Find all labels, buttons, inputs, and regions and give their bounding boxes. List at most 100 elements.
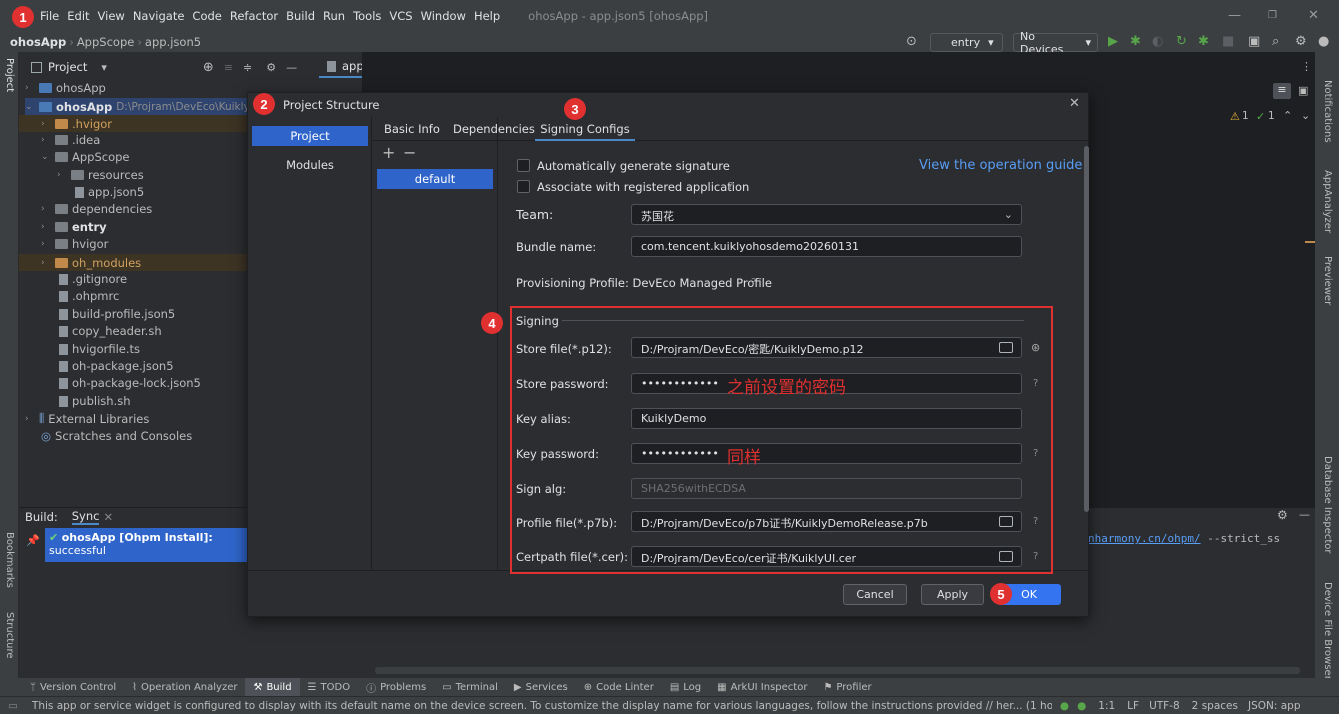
profile-icon[interactable]: ◐ — [1152, 34, 1163, 49]
tree-item[interactable]: › dependencies — [41, 202, 152, 216]
dialog-scrollbar[interactable] — [1084, 146, 1089, 512]
remove-icon[interactable]: − — [403, 143, 416, 162]
build-result-row[interactable]: ✔ ohosApp [Ohpm Install]: successful — [45, 528, 248, 562]
tab-sync[interactable]: Sync — [71, 509, 100, 525]
menu-edit[interactable]: Edit — [63, 9, 93, 23]
bookmarks-tool-button[interactable]: Bookmarks — [4, 532, 15, 588]
device-file-browser-tool-button[interactable]: Device File Browser — [1322, 582, 1333, 680]
help-icon[interactable]: ? — [728, 181, 733, 192]
team-select[interactable]: 苏国花 ⌄ — [631, 204, 1022, 225]
ohpm-link[interactable]: nharmony.cn/ohpm/ — [1088, 532, 1201, 545]
tree-item[interactable]: copy_header.sh — [59, 324, 162, 338]
appanalyzer-tool-button[interactable]: AppAnalyzer — [1322, 170, 1333, 233]
reload-icon[interactable]: ↻ — [1176, 34, 1187, 49]
run-icon[interactable]: ▶ — [1108, 34, 1118, 49]
menu-navigate[interactable]: Navigate — [129, 9, 189, 23]
add-icon[interactable]: + — [382, 143, 395, 162]
project-structure-icon[interactable]: ▣ — [1248, 34, 1260, 49]
tool-version-control[interactable]: ᛘ Version Control — [22, 682, 124, 693]
tool-profiler[interactable]: ⚑ Profiler — [815, 682, 879, 693]
tree-item[interactable]: › entry — [41, 220, 107, 234]
breadcrumb-project[interactable]: ohosApp — [0, 35, 69, 49]
json-schema[interactable]: JSON: app — [1248, 700, 1301, 712]
menu-view[interactable]: View — [94, 9, 129, 23]
hide-icon[interactable]: — — [1299, 508, 1310, 521]
check-icon[interactable]: ✓ — [1256, 110, 1265, 123]
tool-log[interactable]: ▤ Log — [662, 682, 709, 693]
gear-icon[interactable]: ⚙ — [1277, 508, 1288, 522]
tab-basic-info[interactable]: Basic Info — [384, 122, 440, 136]
chevron-down-icon[interactable]: ⌄ — [1301, 109, 1310, 122]
structure-tool-button[interactable]: Structure — [4, 612, 15, 659]
help-icon[interactable]: ? — [751, 277, 756, 288]
tree-item[interactable]: oh-package-lock.json5 — [59, 376, 201, 390]
tab-signing-configs[interactable]: Signing Configs — [535, 122, 635, 141]
tree-item[interactable]: .gitignore — [59, 272, 127, 286]
target-icon[interactable]: ⊙ — [906, 34, 917, 49]
tool-todo[interactable]: ☰ TODO — [300, 682, 359, 693]
tab-dependencies[interactable]: Dependencies — [453, 122, 535, 136]
search-icon[interactable]: ⌕ — [1272, 34, 1279, 49]
menu-code[interactable]: Code — [188, 9, 225, 23]
preview-icon[interactable]: ▣ — [1298, 84, 1308, 97]
menu-file[interactable]: File — [36, 9, 63, 23]
project-tool-button[interactable]: Project — [4, 58, 15, 92]
tool-build[interactable]: ⚒ Build — [245, 678, 300, 696]
file-encoding[interactable]: UTF-8 — [1149, 700, 1180, 712]
breadcrumb-file[interactable]: app.json5 — [142, 35, 204, 49]
menu-refactor[interactable]: Refactor — [226, 9, 282, 23]
bundle-name-field[interactable]: com.tencent.kuiklyohosdemo20260131 — [631, 236, 1022, 257]
line-separator[interactable]: LF — [1127, 700, 1139, 712]
tree-item[interactable]: publish.sh — [59, 394, 131, 408]
gear-icon[interactable]: ⚙ — [266, 61, 276, 74]
tree-item[interactable]: › resources — [57, 168, 144, 182]
tool-problems[interactable]: ⓘ Problems — [358, 680, 434, 695]
menu-build[interactable]: Build — [282, 9, 319, 23]
chevron-up-icon[interactable]: ⌃ — [1283, 109, 1292, 122]
collapse-all-icon[interactable]: ≡ — [224, 61, 233, 74]
pin-icon[interactable]: 📌 — [26, 534, 40, 547]
nav-modules[interactable]: Modules — [252, 155, 368, 175]
tree-item[interactable]: › .idea — [41, 133, 100, 147]
apply-changes-icon[interactable]: ✱ — [1198, 34, 1209, 49]
breadcrumb-appscope[interactable]: AppScope — [74, 35, 138, 49]
device-select[interactable]: No Devices ▾ — [1013, 30, 1098, 56]
cursor-position[interactable]: 1:1 — [1098, 700, 1115, 712]
apply-button[interactable]: Apply — [921, 584, 984, 605]
debug-icon[interactable]: ✱ — [1130, 34, 1141, 49]
tree-item[interactable]: .ohpmrc — [59, 289, 119, 303]
tree-item[interactable]: app.json5 — [75, 185, 144, 199]
tree-item[interactable]: ⌄ AppScope — [41, 150, 130, 164]
project-view-select[interactable]: Project — [48, 60, 87, 74]
nav-project[interactable]: Project — [252, 126, 368, 146]
cancel-button[interactable]: Cancel — [843, 584, 907, 605]
tree-item[interactable]: › ⫼ External Libraries — [25, 411, 149, 426]
tree-item[interactable]: build-profile.json5 — [59, 307, 175, 321]
menu-window[interactable]: Window — [417, 9, 470, 23]
auto-sign-checkbox[interactable] — [517, 159, 530, 172]
tool-arkui-inspector[interactable]: ▦ ArkUI Inspector — [709, 682, 815, 693]
tool-services[interactable]: ▶ Services — [506, 682, 576, 693]
tree-item[interactable]: › hvigor — [41, 237, 108, 251]
expand-all-icon[interactable]: ≑ — [243, 61, 252, 74]
account-icon[interactable]: ● — [1318, 34, 1329, 49]
gear-icon[interactable]: ⚙ — [1295, 34, 1307, 49]
close-window-icon[interactable]: ✕ — [1308, 8, 1319, 23]
menu-help[interactable]: Help — [470, 9, 504, 23]
restore-icon[interactable]: ❐ — [1268, 10, 1277, 21]
menu-vcs[interactable]: VCS — [385, 9, 416, 23]
tree-item[interactable]: › oh_modules — [19, 254, 247, 271]
run-config-select[interactable]: entry ▾ — [930, 33, 1003, 52]
config-item-default[interactable]: default — [377, 169, 493, 189]
layout-icon[interactable]: ▭ — [8, 700, 18, 712]
tool-operation-analyzer[interactable]: ⌇ Operation Analyzer — [124, 682, 245, 693]
warning-icon[interactable]: ⚠ — [1230, 110, 1240, 123]
tree-item[interactable]: ◎ Scratches and Consoles — [41, 429, 192, 443]
locate-icon[interactable]: ⊕ — [203, 60, 214, 75]
more-icon[interactable]: ⋮ — [1301, 60, 1312, 73]
menu-run[interactable]: Run — [319, 9, 349, 23]
associate-checkbox[interactable] — [517, 180, 530, 193]
indent-setting[interactable]: 2 spaces — [1192, 700, 1238, 712]
code-view-icon[interactable]: ≡ — [1273, 83, 1291, 99]
tree-item[interactable]: › ohosApp — [25, 81, 106, 95]
